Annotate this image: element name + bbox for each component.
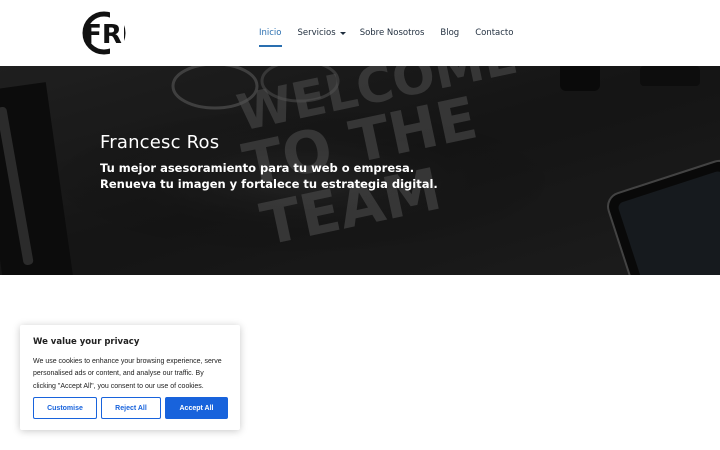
cookie-actions: Customise Reject All Accept All	[33, 397, 228, 419]
nav-blog[interactable]: Blog	[440, 0, 459, 66]
nav-contacto[interactable]: Contacto	[475, 0, 513, 66]
hero-subtitle: Tu mejor asesoramiento para tu web o emp…	[100, 160, 438, 192]
chevron-down-icon	[339, 31, 346, 35]
site-header: FR Inicio Servicios Sobre Nosotros Blog …	[0, 0, 720, 66]
nav-inicio[interactable]: Inicio	[259, 0, 282, 66]
hero-section: WELCOME TO THE TEAM Francesc Ros Tu mejo…	[0, 66, 720, 275]
nav-servicios[interactable]: Servicios	[297, 0, 346, 66]
hero-subtitle-line: Renueva tu imagen y fortalece tu estrate…	[100, 177, 438, 191]
reject-all-button[interactable]: Reject All	[101, 397, 161, 419]
nav-blog-label: Blog	[440, 28, 460, 38]
nav-contacto-label: Contacto	[475, 28, 514, 38]
hero-subtitle-line: Tu mejor asesoramiento para tu web o emp…	[100, 161, 415, 175]
nav-servicios-label: Servicios	[297, 28, 336, 38]
cookie-description: We use cookies to enhance your browsing …	[33, 356, 227, 393]
svg-text:FR: FR	[84, 20, 122, 50]
main-nav: Inicio Servicios Sobre Nosotros Blog Con…	[259, 0, 529, 66]
nav-sobre-nosotros[interactable]: Sobre Nosotros	[360, 0, 425, 66]
nav-inicio-label: Inicio	[259, 28, 282, 38]
cookie-consent-banner: We value your privacy We use cookies to …	[20, 325, 240, 430]
accept-all-button[interactable]: Accept All	[165, 397, 228, 419]
cookie-title: We value your privacy	[33, 337, 140, 347]
cookie-description-line: We use cookies to enhance your browsing …	[33, 358, 222, 365]
cookie-description-line: personalised ads or content, and analyse…	[33, 370, 204, 378]
logo-icon[interactable]: FR	[80, 8, 128, 58]
hero-title: Francesc Ros	[100, 132, 220, 153]
customise-button[interactable]: Customise	[33, 397, 97, 419]
cookie-description-line: clicking "Accept All", you consent to ou…	[33, 382, 204, 390]
nav-sobre-nosotros-label: Sobre Nosotros	[359, 28, 425, 38]
